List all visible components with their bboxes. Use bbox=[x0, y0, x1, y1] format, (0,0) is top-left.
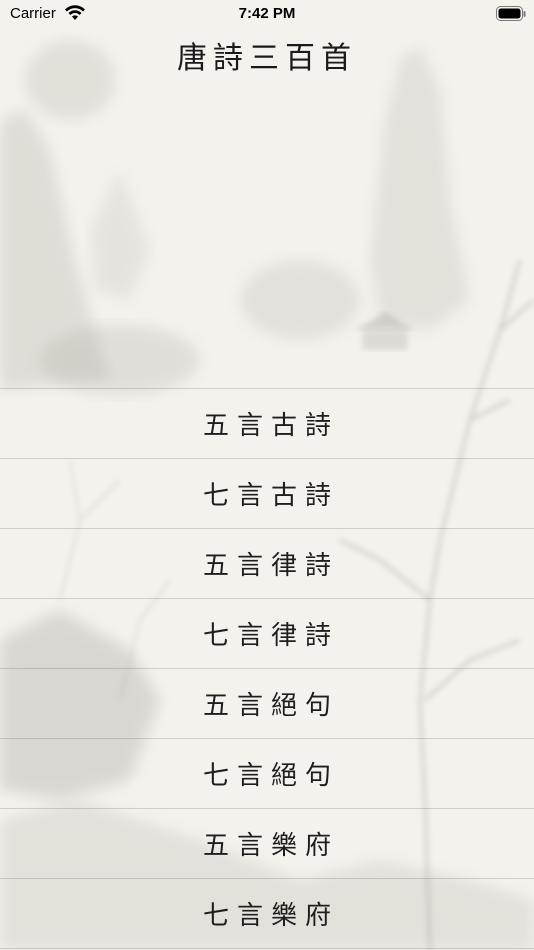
status-bar: Carrier 7:42 PM bbox=[0, 0, 534, 28]
page-title: 唐詩三百首 bbox=[177, 41, 357, 76]
category-label: 七言古詩 bbox=[202, 481, 339, 511]
category-label: 七言樂府 bbox=[202, 901, 339, 931]
category-label: 五言律詩 bbox=[202, 551, 339, 581]
category-item-wuyan-jueju[interactable]: 五言絕句 bbox=[0, 669, 534, 739]
category-item-qiyan-gushi[interactable]: 七言古詩 bbox=[0, 459, 534, 529]
poem-category-list: 五言古詩 七言古詩 五言律詩 七言律詩 五言絕句 七言絕句 五言樂府 七言樂府 bbox=[0, 388, 534, 949]
category-item-wuyan-yuefu[interactable]: 五言樂府 bbox=[0, 809, 534, 879]
category-item-qiyan-lushi[interactable]: 七言律詩 bbox=[0, 599, 534, 669]
category-label: 七言律詩 bbox=[202, 621, 339, 651]
category-item-wuyan-lushi[interactable]: 五言律詩 bbox=[0, 529, 534, 599]
category-label: 七言絕句 bbox=[202, 761, 339, 791]
clock-time: 7:42 PM bbox=[238, 5, 296, 22]
battery-icon bbox=[496, 6, 526, 21]
category-label: 五言絕句 bbox=[202, 691, 339, 721]
category-label: 五言古詩 bbox=[202, 411, 339, 441]
category-item-qiyan-jueju[interactable]: 七言絕句 bbox=[0, 739, 534, 809]
category-item-wuyan-gushi[interactable]: 五言古詩 bbox=[0, 389, 534, 459]
category-label: 五言樂府 bbox=[202, 831, 339, 861]
category-item-qiyan-yuefu[interactable]: 七言樂府 bbox=[0, 879, 534, 949]
